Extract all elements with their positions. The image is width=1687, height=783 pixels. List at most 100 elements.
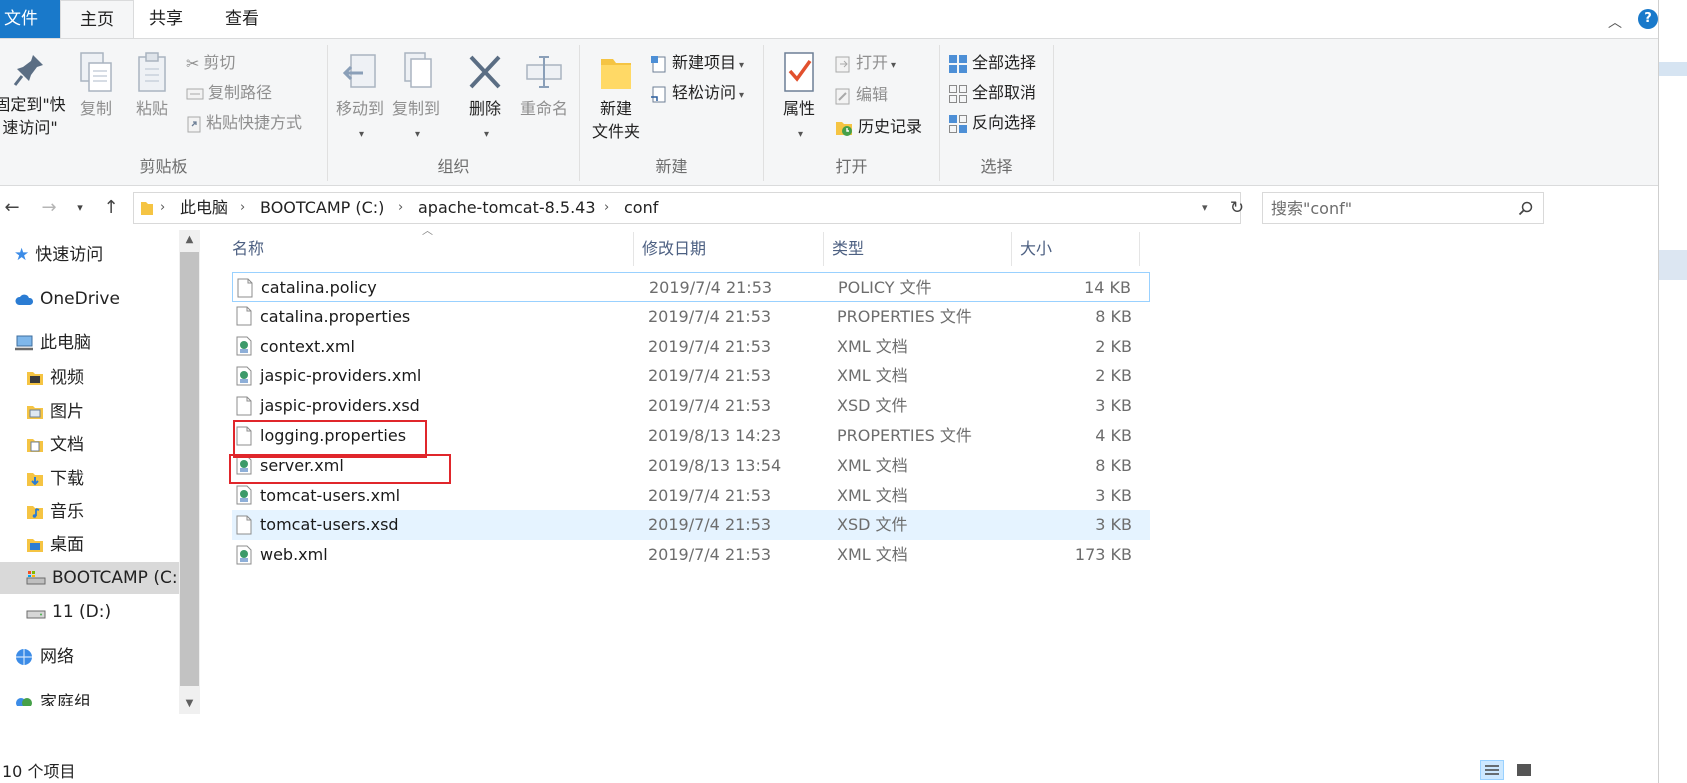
search-box[interactable] — [1262, 192, 1544, 224]
nav-documents[interactable]: 文档 — [26, 429, 84, 461]
tab-home[interactable]: 主页 — [60, 0, 134, 39]
select-none-button[interactable]: 全部取消 — [948, 78, 1036, 108]
file-type: XML 文档 — [837, 336, 908, 356]
address-dropdown-icon[interactable]: ▾ — [1202, 193, 1208, 223]
nav-network[interactable]: 网络 — [14, 641, 74, 673]
file-row[interactable]: context.xml 2019/7/4 21:53 XML 文档 2 KB — [232, 332, 1150, 362]
rename-button[interactable]: 重命名 — [514, 51, 574, 120]
up-arrow-icon[interactable]: ↑ — [99, 186, 123, 230]
open-dropdown-icon: ▾ — [891, 60, 897, 71]
delete-label: 删除 — [468, 99, 501, 118]
pin-label-line2: 速访问" — [2, 118, 58, 137]
paste-button[interactable]: 粘贴 — [128, 51, 176, 120]
scrollbar-thumb[interactable] — [180, 252, 199, 686]
column-header-name[interactable]: 名称 — [224, 232, 634, 266]
open-button[interactable]: 打开 ▾ — [834, 48, 896, 78]
clipboard-group-label: 剪贴板 — [139, 157, 188, 176]
file-type: PROPERTIES 文件 — [837, 306, 972, 326]
file-date: 2019/7/4 21:53 — [648, 396, 772, 416]
new-group: 新建 文件夹 新建项目 ▾ 轻松访问 ▾ 新建 — [580, 45, 764, 181]
properties-button[interactable]: 属性 ▾ — [774, 51, 824, 146]
tab-file[interactable]: 文件 — [0, 0, 60, 38]
file-row[interactable]: tomcat-users.xsd 2019/7/4 21:53 XSD 文件 3 KB — [232, 510, 1150, 541]
paste-shortcut-button[interactable]: 粘贴快捷方式 — [186, 108, 302, 138]
breadcrumb-drive-c[interactable]: BOOTCAMP (C:) — [260, 193, 384, 223]
new-item-button[interactable]: 新建项目 ▾ — [650, 48, 744, 78]
breadcrumb-separator-icon[interactable]: › — [604, 193, 609, 223]
breadcrumb-separator-icon[interactable]: › — [240, 193, 245, 223]
nav-drive-c[interactable]: BOOTCAMP (C:) — [0, 562, 184, 594]
edit-button[interactable]: 编辑 — [834, 80, 888, 110]
nav-onedrive[interactable]: OneDrive — [14, 283, 120, 315]
search-input[interactable] — [1263, 193, 1503, 223]
refresh-icon[interactable]: ↻ — [1222, 186, 1252, 230]
nav-this-pc[interactable]: 此电脑 — [14, 327, 91, 359]
copy-path-button[interactable]: 复制路径 — [186, 78, 272, 108]
nav-desktop[interactable]: 桌面 — [26, 529, 84, 561]
history-button[interactable]: 历史记录 — [834, 112, 922, 142]
invert-selection-button[interactable]: 反向选择 — [948, 108, 1036, 138]
easy-access-button[interactable]: 轻松访问 ▾ — [650, 78, 744, 108]
nav-quick-access[interactable]: ★ 快速访问 — [14, 239, 103, 271]
file-row[interactable]: jaspic-providers.xml 2019/7/4 21:53 XML 文档… — [232, 361, 1150, 391]
column-header-date[interactable]: 修改日期 — [634, 232, 824, 266]
file-row[interactable]: web.xml 2019/7/4 21:53 XML 文档 173 KB — [232, 540, 1150, 570]
new-folder-label-line1: 新建 — [599, 99, 632, 118]
breadcrumb-conf[interactable]: conf — [624, 193, 658, 223]
breadcrumb-separator-icon[interactable]: › — [398, 193, 403, 223]
nav-music[interactable]: 音乐 — [26, 496, 84, 528]
nav-pane-scrollbar[interactable]: ▲ ▼ — [179, 230, 200, 714]
tab-share[interactable]: 共享 — [134, 0, 198, 38]
pin-quick-access-button[interactable]: 固定到"快 速访问" — [0, 51, 66, 139]
file-size: 8 KB — [1095, 455, 1132, 475]
nav-drive-d[interactable]: 11 (D:) — [26, 596, 111, 628]
details-view-icon[interactable] — [1480, 760, 1504, 780]
large-icons-view-icon[interactable] — [1512, 760, 1536, 780]
column-header-type[interactable]: 类型 — [824, 232, 1012, 266]
address-bar[interactable]: › 此电脑 › BOOTCAMP (C:) › apache-tomcat-8.… — [133, 192, 1241, 224]
scroll-down-arrow-icon[interactable]: ▼ — [179, 694, 200, 714]
file-row[interactable]: tomcat-users.xml 2019/7/4 21:53 XML 文档 3 KB — [232, 481, 1150, 511]
item-count: 10 个项目 — [2, 762, 76, 781]
properties-dropdown-icon: ▾ — [797, 129, 804, 140]
paste-shortcut-icon — [187, 116, 201, 132]
copy-to-label: 复制到 — [391, 99, 440, 118]
breadcrumb-this-pc[interactable]: 此电脑 — [180, 193, 228, 223]
collapse-ribbon-icon[interactable]: ︿ — [1608, 12, 1622, 32]
nav-videos[interactable]: 视频 — [26, 362, 84, 394]
new-folder-label-line2: 文件夹 — [591, 122, 640, 141]
documents-folder-icon — [27, 439, 43, 452]
nav-downloads[interactable]: 下载 — [26, 463, 84, 495]
new-folder-button[interactable]: 新建 文件夹 — [586, 51, 646, 143]
file-row[interactable]: catalina.properties 2019/7/4 21:53 PROPERT… — [232, 302, 1150, 332]
copy-to-button[interactable]: 复制到 ▾ — [390, 51, 442, 146]
help-icon[interactable]: ? — [1638, 9, 1658, 29]
tab-view[interactable]: 查看 — [205, 0, 279, 38]
move-to-dropdown-icon: ▾ — [358, 129, 365, 140]
file-name: tomcat-users.xsd — [260, 515, 399, 535]
copy-label: 复制 — [79, 99, 112, 118]
move-to-button[interactable]: 移动到 ▾ — [334, 51, 386, 146]
scroll-up-arrow-icon[interactable]: ▲ — [179, 230, 200, 250]
delete-button[interactable]: 删除 ▾ — [460, 51, 510, 146]
search-icon[interactable] — [1518, 201, 1533, 216]
copy-button[interactable]: 复制 — [72, 51, 120, 120]
breadcrumb-tomcat[interactable]: apache-tomcat-8.5.43 — [418, 193, 596, 223]
recent-locations-chevron-icon[interactable]: ▾ — [72, 186, 88, 230]
file-row[interactable]: catalina.policy 2019/7/4 21:53 POLICY 文件 14… — [232, 272, 1150, 302]
column-header-size[interactable]: 大小 — [1012, 232, 1140, 266]
nav-pictures[interactable]: 图片 — [26, 396, 84, 428]
file-name: jaspic-providers.xsd — [260, 396, 420, 416]
select-all-button[interactable]: 全部选择 — [948, 48, 1036, 78]
file-date: 2019/7/4 21:53 — [648, 306, 772, 326]
homegroup-icon — [16, 698, 32, 706]
breadcrumb-separator-icon[interactable]: › — [160, 193, 165, 223]
edge-strip — [1659, 250, 1687, 280]
file-type: XML 文档 — [837, 455, 908, 475]
file-row[interactable]: jaspic-providers.xsd 2019/7/4 21:53 XSD 文件… — [232, 391, 1150, 421]
nav-homegroup[interactable]: 家庭组 — [14, 686, 91, 706]
cut-button[interactable]: ✂ 剪切 — [186, 48, 235, 78]
back-arrow-icon[interactable]: ← — [0, 186, 24, 230]
copy-to-icon — [404, 52, 432, 88]
forward-arrow-icon[interactable]: → — [36, 186, 62, 230]
